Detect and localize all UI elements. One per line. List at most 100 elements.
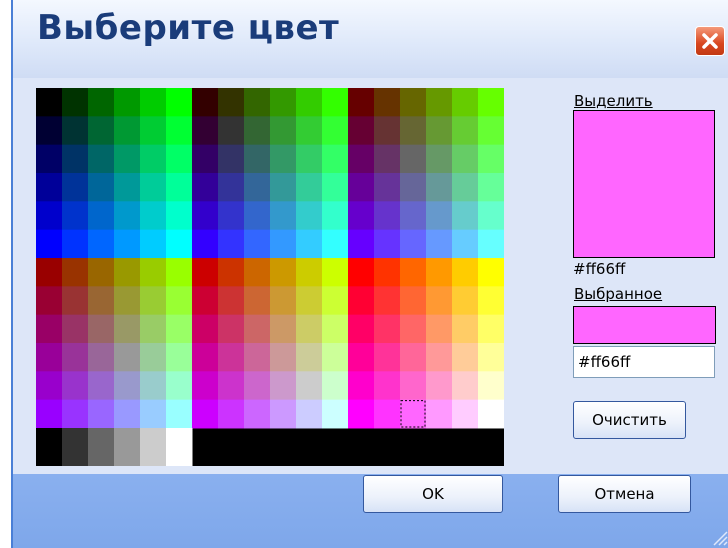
palette-swatch[interactable] bbox=[62, 258, 89, 287]
palette-swatch[interactable] bbox=[88, 371, 115, 401]
palette-swatch[interactable] bbox=[88, 258, 115, 287]
palette-gray-swatch[interactable] bbox=[140, 428, 167, 466]
palette-swatch[interactable] bbox=[348, 229, 375, 259]
palette-swatch[interactable] bbox=[374, 144, 401, 174]
palette-swatch[interactable] bbox=[88, 342, 115, 372]
palette-swatch[interactable] bbox=[36, 314, 63, 344]
palette-swatch[interactable] bbox=[374, 399, 401, 429]
palette-swatch[interactable] bbox=[322, 399, 349, 429]
palette-swatch[interactable] bbox=[348, 258, 375, 287]
palette-swatch[interactable] bbox=[348, 116, 375, 146]
palette-swatch[interactable] bbox=[322, 342, 349, 372]
palette-swatch[interactable] bbox=[296, 88, 323, 117]
palette-swatch[interactable] bbox=[270, 342, 297, 372]
palette-swatch[interactable] bbox=[426, 144, 453, 174]
palette-swatch[interactable] bbox=[244, 172, 271, 202]
palette-swatch[interactable] bbox=[452, 88, 479, 117]
palette-swatch[interactable] bbox=[166, 201, 193, 231]
palette-swatch[interactable] bbox=[322, 116, 349, 146]
palette-swatch[interactable] bbox=[452, 116, 479, 146]
palette-swatch[interactable] bbox=[348, 144, 375, 174]
palette-swatch[interactable] bbox=[478, 88, 504, 117]
palette-swatch[interactable] bbox=[62, 229, 89, 259]
palette-swatch[interactable] bbox=[426, 201, 453, 231]
palette-swatch[interactable] bbox=[36, 144, 63, 174]
palette-swatch[interactable] bbox=[140, 314, 167, 344]
palette-swatch[interactable] bbox=[166, 144, 193, 174]
palette-gray-swatch[interactable] bbox=[62, 428, 89, 466]
palette-swatch[interactable] bbox=[400, 116, 427, 146]
palette-swatch[interactable] bbox=[62, 399, 89, 429]
palette-swatch[interactable] bbox=[452, 229, 479, 259]
palette-swatch[interactable] bbox=[426, 88, 453, 117]
palette-swatch[interactable] bbox=[374, 201, 401, 231]
palette-swatch[interactable] bbox=[374, 88, 401, 117]
palette-swatch[interactable] bbox=[88, 116, 115, 146]
palette-gray-swatch[interactable] bbox=[36, 428, 63, 466]
palette-swatch[interactable] bbox=[244, 399, 271, 429]
palette-swatch[interactable] bbox=[88, 229, 115, 259]
palette-swatch[interactable] bbox=[426, 229, 453, 259]
palette-swatch[interactable] bbox=[322, 286, 349, 316]
palette-swatch[interactable] bbox=[244, 116, 271, 146]
palette-swatch[interactable] bbox=[348, 314, 375, 344]
palette-swatch[interactable] bbox=[192, 144, 219, 174]
palette-swatch[interactable] bbox=[192, 88, 219, 117]
ok-button[interactable]: OK bbox=[363, 475, 503, 513]
palette-swatch[interactable] bbox=[218, 201, 245, 231]
palette-swatch[interactable] bbox=[88, 286, 115, 316]
palette-swatch[interactable] bbox=[426, 286, 453, 316]
palette-swatch[interactable] bbox=[478, 286, 504, 316]
palette-swatch[interactable] bbox=[452, 172, 479, 202]
palette-swatch[interactable] bbox=[140, 116, 167, 146]
palette-swatch[interactable] bbox=[426, 399, 453, 429]
palette-swatch[interactable] bbox=[166, 314, 193, 344]
palette-swatch[interactable] bbox=[374, 258, 401, 287]
palette-swatch[interactable] bbox=[192, 116, 219, 146]
palette-swatch[interactable] bbox=[478, 144, 504, 174]
palette-swatch[interactable] bbox=[114, 229, 141, 259]
palette-gray-swatch[interactable] bbox=[114, 428, 141, 466]
palette-swatch[interactable] bbox=[400, 399, 427, 429]
palette-swatch[interactable] bbox=[322, 144, 349, 174]
palette-swatch[interactable] bbox=[452, 201, 479, 231]
palette-swatch[interactable] bbox=[296, 201, 323, 231]
palette-swatch[interactable] bbox=[296, 399, 323, 429]
palette-swatch[interactable] bbox=[244, 229, 271, 259]
palette-swatch[interactable] bbox=[114, 172, 141, 202]
palette-gray-swatch[interactable] bbox=[88, 428, 115, 466]
palette-swatch[interactable] bbox=[244, 201, 271, 231]
palette-swatch[interactable] bbox=[192, 172, 219, 202]
palette-swatch[interactable] bbox=[36, 172, 63, 202]
palette-swatch[interactable] bbox=[478, 399, 504, 429]
palette-swatch[interactable] bbox=[140, 201, 167, 231]
palette-swatch[interactable] bbox=[400, 144, 427, 174]
palette-swatch[interactable] bbox=[296, 172, 323, 202]
palette-swatch[interactable] bbox=[166, 229, 193, 259]
palette-swatch[interactable] bbox=[62, 314, 89, 344]
palette-swatch[interactable] bbox=[426, 342, 453, 372]
clear-button[interactable]: Очистить bbox=[573, 401, 686, 439]
palette-swatch[interactable] bbox=[478, 116, 504, 146]
palette-swatch[interactable] bbox=[478, 314, 504, 344]
palette-swatch[interactable] bbox=[192, 342, 219, 372]
palette-swatch[interactable] bbox=[114, 258, 141, 287]
palette-swatch[interactable] bbox=[296, 144, 323, 174]
palette-swatch[interactable] bbox=[114, 144, 141, 174]
palette-swatch[interactable] bbox=[452, 144, 479, 174]
palette-swatch[interactable] bbox=[322, 371, 349, 401]
palette-swatch[interactable] bbox=[270, 144, 297, 174]
palette-swatch[interactable] bbox=[36, 229, 63, 259]
palette-swatch[interactable] bbox=[62, 371, 89, 401]
palette-swatch[interactable] bbox=[218, 172, 245, 202]
palette-swatch[interactable] bbox=[166, 172, 193, 202]
palette-swatch[interactable] bbox=[400, 258, 427, 287]
palette-swatch[interactable] bbox=[140, 144, 167, 174]
palette-swatch[interactable] bbox=[452, 314, 479, 344]
palette-swatch[interactable] bbox=[218, 342, 245, 372]
palette-swatch[interactable] bbox=[62, 88, 89, 117]
palette-swatch[interactable] bbox=[36, 371, 63, 401]
palette-swatch[interactable] bbox=[192, 286, 219, 316]
palette-swatch[interactable] bbox=[62, 201, 89, 231]
palette-swatch[interactable] bbox=[348, 371, 375, 401]
